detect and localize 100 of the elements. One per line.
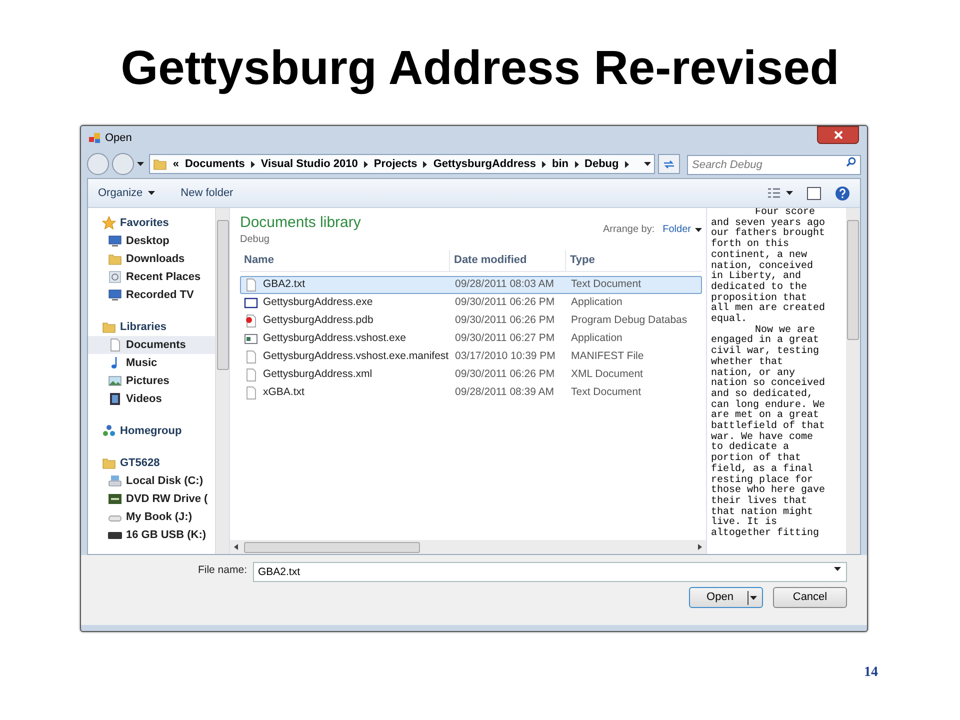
preview-pane-button[interactable] <box>807 186 821 200</box>
navigation-item[interactable]: Downloads <box>88 250 215 268</box>
cancel-button[interactable]: Cancel <box>773 587 847 608</box>
refresh-button[interactable] <box>658 154 680 174</box>
dropdown-caret-icon <box>786 191 793 195</box>
vertical-scrollbar[interactable] <box>846 208 860 554</box>
date-modified: 09/30/2011 06:26 PM <box>454 367 556 382</box>
file-row[interactable]: GBA2.txt 09/28/2011 08:03 AM Text Document <box>240 276 702 294</box>
overflow-chevron[interactable]: « <box>172 156 179 172</box>
column-header[interactable]: Name <box>240 250 450 271</box>
window-title: Open <box>105 130 132 146</box>
document-icon <box>244 350 258 364</box>
date-modified: 09/30/2011 06:26 PM <box>454 313 556 328</box>
history-caret-icon <box>136 162 144 166</box>
dropdown-caret-icon <box>644 162 652 166</box>
file-name: GettysburgAddress.xml <box>263 367 372 382</box>
date-modified: 03/17/2010 10:39 PM <box>454 349 556 364</box>
navigation-item[interactable]: Documents <box>88 336 215 354</box>
arrange-by-dropdown[interactable]: Folder <box>662 222 702 237</box>
horizontal-scrollbar[interactable] <box>230 540 706 554</box>
breadcrumb[interactable]: GettysburgAddress <box>433 156 536 172</box>
file-row[interactable]: GettysburgAddress.vshost.exe.manifest 03/17/2010 10:39 PM MANIFEST File <box>240 348 702 366</box>
navigation-item[interactable]: Recorded TV <box>88 286 215 304</box>
view-options-button[interactable] <box>768 188 793 198</box>
file-name-field[interactable]: GBA2.txt <box>253 562 847 582</box>
file-type: Application <box>570 331 624 346</box>
navigation-item[interactable]: Desktop <box>88 232 215 250</box>
drive-icon <box>108 492 122 506</box>
library-title: Documents library <box>240 214 361 232</box>
file-type: Text Document <box>570 385 642 400</box>
refresh-arrows-icon <box>663 160 676 168</box>
document-icon <box>244 386 258 400</box>
open-button[interactable]: Open <box>689 587 763 608</box>
close-button[interactable] <box>817 126 859 144</box>
help-icon[interactable] <box>835 186 850 200</box>
navigation-item[interactable]: DVD RW Drive ( <box>88 490 215 508</box>
file-name-label: File name: <box>198 563 247 578</box>
navigation-item[interactable]: Local Disk (C:) <box>88 472 215 490</box>
window-app-icon <box>89 132 101 144</box>
file-row[interactable]: GettysburgAddress.xml 09/30/2011 06:26 PM XML Document <box>240 366 702 384</box>
scroll-right-icon <box>698 544 702 550</box>
navigation-item[interactable]: My Book (J:) <box>88 508 215 526</box>
page-number: 14 <box>864 664 878 682</box>
breadcrumb[interactable]: Documents <box>184 156 245 172</box>
new-folder-button[interactable]: New folder <box>180 184 234 202</box>
scrollbar-thumb[interactable] <box>216 220 228 370</box>
breadcrumb-arrow-icon <box>624 160 629 168</box>
date-modified: 09/30/2011 06:26 PM <box>454 295 556 310</box>
forward-button[interactable] <box>112 153 134 175</box>
navigation-group[interactable]: GT5628 <box>88 454 215 472</box>
vertical-scrollbar[interactable] <box>215 208 229 554</box>
breadcrumb-arrow-icon <box>574 160 579 168</box>
folder-icon <box>102 456 116 470</box>
file-name: xGBA.txt <box>263 385 304 400</box>
application-icon <box>244 332 258 346</box>
slide-title: Gettysburg Address Re-revised <box>120 41 840 97</box>
navigation-item[interactable]: Videos <box>88 390 215 408</box>
document-icon <box>244 278 258 292</box>
scrollbar-thumb[interactable] <box>847 220 859 340</box>
folder-icon <box>102 320 116 334</box>
navigation-group[interactable]: Homegroup <box>88 422 215 440</box>
file-row[interactable]: GettysburgAddress.pdb 09/30/2011 06:26 PM Program Debug Databas <box>240 312 702 330</box>
file-name: GettysburgAddress.pdb <box>263 313 374 328</box>
organize-menu-button[interactable]: Organize <box>98 184 155 202</box>
column-header[interactable]: Date modified <box>450 250 566 271</box>
file-row[interactable]: GettysburgAddress.exe 09/30/2011 06:26 PM Application <box>240 294 702 312</box>
breadcrumb-arrow-icon <box>542 160 546 168</box>
navigation-group[interactable]: Favorites <box>88 214 215 232</box>
monitor-icon <box>108 234 122 248</box>
star-icon <box>102 216 116 230</box>
navigation-group[interactable]: Libraries <box>88 318 215 336</box>
file-type: Program Debug Databas <box>570 313 688 328</box>
navigation-item[interactable]: Pictures <box>88 372 215 390</box>
file-row[interactable]: xGBA.txt 09/28/2011 08:39 AM Text Document <box>240 384 702 402</box>
breadcrumb-arrow-icon <box>250 160 255 168</box>
library-subtitle: Debug <box>240 233 270 247</box>
file-name: GettysburgAddress.vshost.exe <box>263 331 406 346</box>
view-list-icon <box>768 188 780 198</box>
file-row[interactable]: GettysburgAddress.vshost.exe 09/30/2011 06:27 PM Application <box>240 330 702 348</box>
file-name: GettysburgAddress.vshost.exe.manifest <box>263 349 449 364</box>
dropdown-caret-icon <box>695 228 702 232</box>
navigation-item[interactable]: Recent Places <box>88 268 215 286</box>
navigation-item[interactable]: 16 GB USB (K:) <box>88 526 215 544</box>
search-field[interactable]: Search Debug <box>686 155 861 175</box>
usb-drive-icon <box>108 532 122 538</box>
address-bar[interactable]: « Documents Visual Studio 2010 Projects GettysburgAddress bin Debug <box>148 154 656 174</box>
column-header[interactable]: Type <box>566 250 702 271</box>
scroll-left-icon <box>234 544 238 550</box>
monitor-icon <box>108 288 122 302</box>
breadcrumb[interactable]: Visual Studio 2010 <box>260 156 358 172</box>
back-button[interactable] <box>87 153 109 175</box>
search-icon <box>846 157 856 167</box>
breadcrumb[interactable]: Projects <box>374 156 418 172</box>
navigation-item[interactable]: Music <box>88 354 215 372</box>
file-type: MANIFEST File <box>570 349 645 364</box>
breadcrumb[interactable]: Debug <box>584 156 619 172</box>
breadcrumb[interactable]: bin <box>552 156 569 172</box>
scrollbar-thumb[interactable] <box>244 542 420 552</box>
date-modified: 09/30/2011 06:27 PM <box>454 331 556 346</box>
file-type: Text Document <box>570 277 642 292</box>
